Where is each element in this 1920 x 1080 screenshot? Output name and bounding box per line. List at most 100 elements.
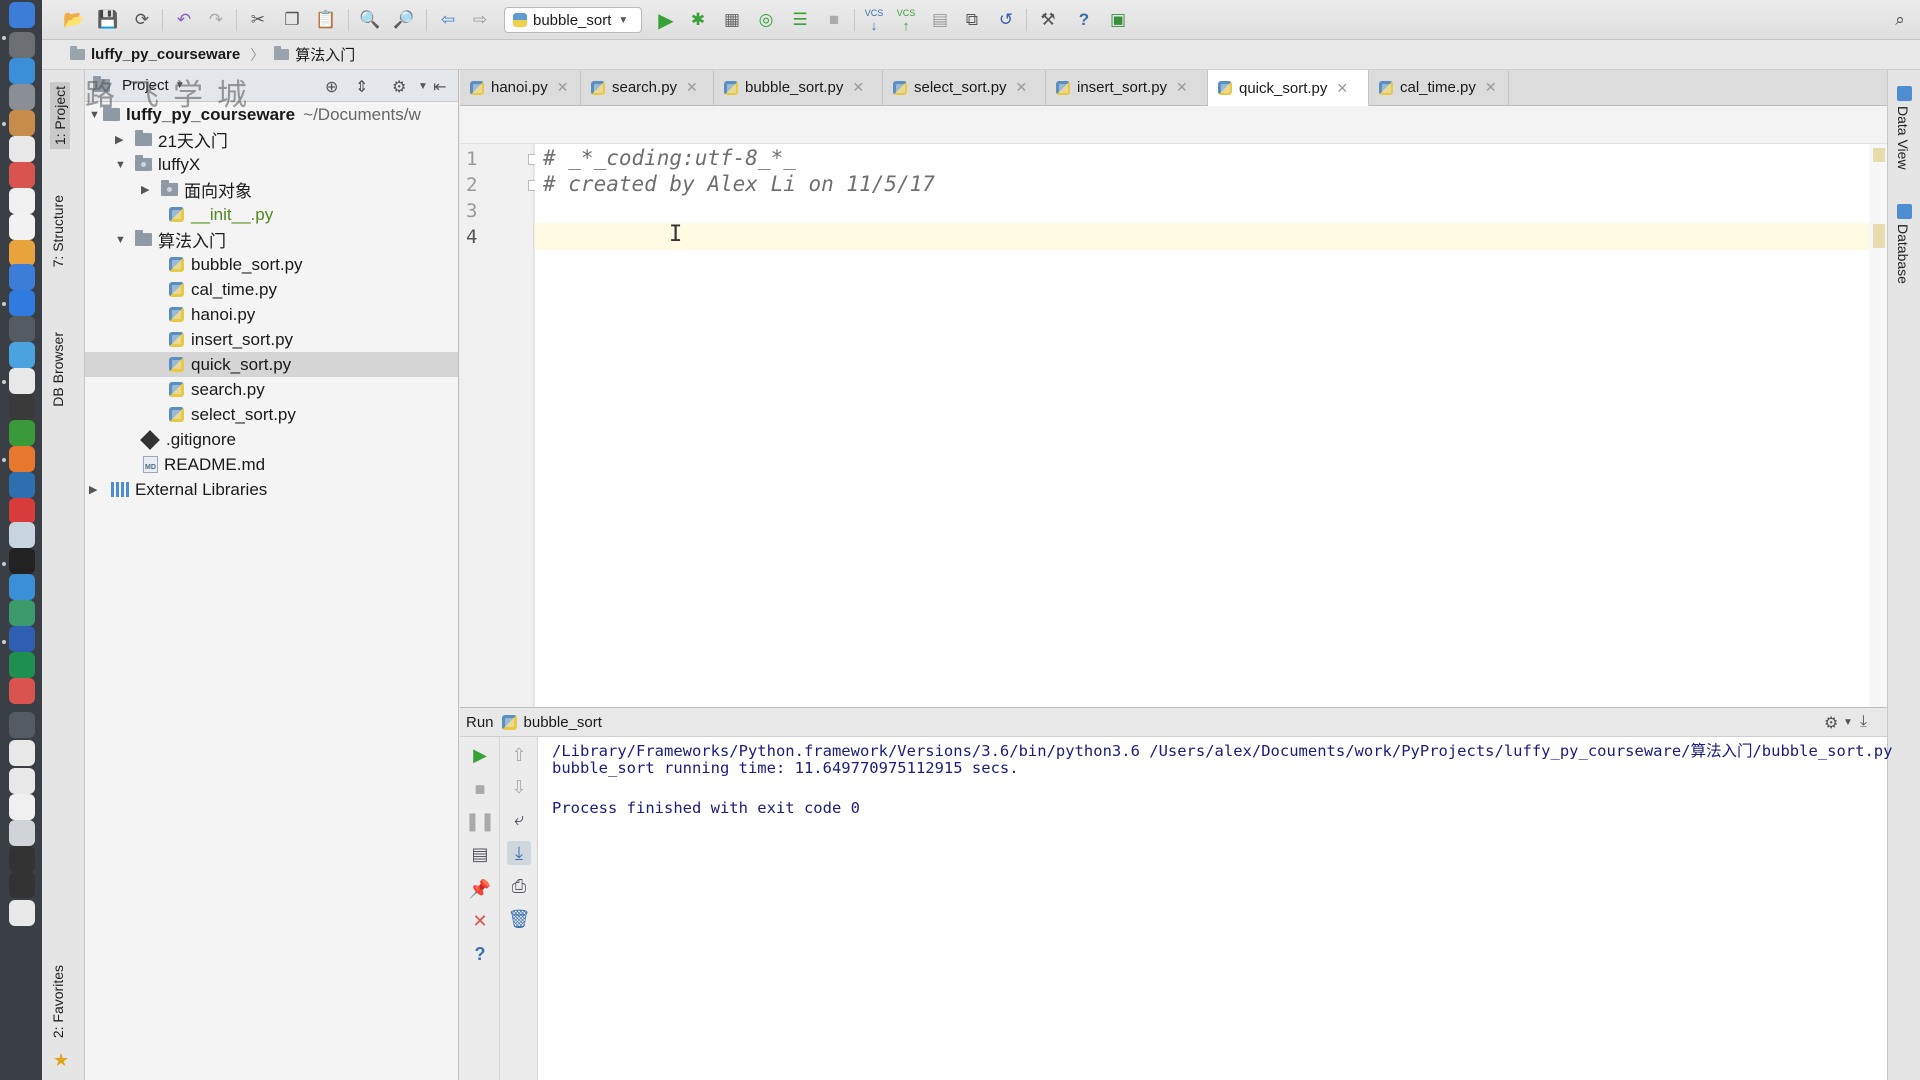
tree-item[interactable]: cal_time.py (169, 277, 277, 302)
dock-app-icon[interactable] (9, 2, 35, 28)
search-everywhere-icon[interactable]: ⌕ (1888, 8, 1912, 32)
tree-item[interactable]: bubble_sort.py (169, 252, 303, 277)
undo-icon[interactable]: ↶ (172, 8, 196, 32)
tree-item[interactable]: ▼ 算法入门 (115, 227, 226, 252)
debug-icon[interactable]: ✱ (686, 8, 710, 32)
tab-cal-time[interactable]: cal_time.py ✕ (1369, 70, 1509, 105)
tool-tab-db-browser[interactable]: DB Browser (50, 332, 66, 407)
tree-item[interactable]: hanoi.py (169, 302, 255, 327)
run-icon[interactable]: ▶ (654, 8, 678, 32)
dock-app-icon[interactable] (9, 768, 35, 794)
dock-app-icon[interactable] (9, 872, 35, 898)
dock-app-icon[interactable] (9, 58, 35, 84)
tab-quick-sort[interactable]: quick_sort.py ✕ (1208, 70, 1369, 106)
open-icon[interactable]: 📂 (62, 8, 86, 32)
dock-app-icon[interactable] (9, 712, 35, 738)
close-icon[interactable]: ✕ (1016, 79, 1028, 96)
dock-app-icon[interactable] (9, 652, 35, 678)
close-icon[interactable]: ✕ (852, 79, 864, 96)
soft-wrap-icon[interactable]: ⤶ (507, 807, 531, 831)
tab-bubble-sort[interactable]: bubble_sort.py ✕ (714, 70, 883, 105)
dock-app-icon[interactable] (9, 498, 35, 524)
dock-app-icon[interactable] (9, 626, 35, 652)
dock-app-icon[interactable] (9, 678, 35, 704)
dock-app-icon[interactable] (9, 136, 35, 162)
warning-marker[interactable] (1873, 148, 1885, 162)
layout-icon[interactable]: ▤ (468, 842, 492, 866)
stop-icon[interactable]: ■ (822, 8, 846, 32)
compare-icon[interactable]: ⧉ (960, 8, 984, 32)
dock-app-icon[interactable] (9, 472, 35, 498)
pause-icon[interactable]: ❚❚ (465, 809, 495, 833)
replace-icon[interactable]: 🔎 (392, 8, 416, 32)
tree-item[interactable]: ▶ 21天入门 (115, 127, 228, 152)
trash-icon[interactable]: 🗑 (507, 907, 531, 931)
help-icon[interactable]: ? (1072, 8, 1096, 32)
dock-app-icon[interactable] (9, 316, 35, 342)
console-output[interactable]: /Library/Frameworks/Python.framework/Ver… (538, 737, 1892, 1080)
rerun-icon[interactable]: ▶ (468, 743, 492, 767)
hide-icon[interactable]: ⇤ (433, 77, 446, 97)
code-line[interactable]: # created by Alex Li on 11/5/17 (543, 172, 935, 196)
tree-item-selected[interactable]: quick_sort.py (85, 352, 458, 377)
close-icon[interactable]: ✕ (468, 909, 492, 933)
close-icon[interactable]: ✕ (1485, 79, 1497, 96)
gear-icon[interactable]: ⚙ (1824, 713, 1838, 733)
cut-icon[interactable]: ✂ (246, 8, 270, 32)
dock-app-icon[interactable] (9, 188, 35, 214)
close-icon[interactable]: ✕ (1336, 80, 1348, 97)
paste-icon[interactable]: 📋 (314, 8, 338, 32)
dock-app-icon[interactable] (9, 446, 35, 472)
tree-item[interactable]: ▶ External Libraries (89, 477, 267, 502)
code-line[interactable]: # _*_coding:utf-8_*_ (543, 146, 796, 170)
dock-app-icon[interactable] (9, 32, 35, 58)
history-icon[interactable]: ▤ (928, 8, 952, 32)
tool-tab-project[interactable]: 1: Project (50, 82, 70, 150)
tree-item[interactable]: .gitignore (140, 427, 236, 452)
settings-icon[interactable]: ⚒ (1036, 8, 1060, 32)
find-icon[interactable]: 🔍 (358, 8, 382, 32)
collapse-icon[interactable]: ⇕ (355, 77, 368, 97)
dock-app-icon[interactable] (9, 342, 35, 368)
breadcrumb-item-root[interactable]: luffy_py_courseware (70, 46, 240, 63)
dock-app-icon[interactable] (9, 420, 35, 446)
dock-app-icon[interactable] (9, 162, 35, 188)
dock-app-icon[interactable] (9, 394, 35, 420)
tool-tab-favorites[interactable]: 2: Favorites (50, 965, 66, 1038)
tree-item[interactable]: select_sort.py (169, 402, 296, 427)
arrow-down-icon[interactable]: ⇩ (507, 775, 531, 799)
dock-app-icon[interactable] (9, 264, 35, 290)
tab-search[interactable]: search.py ✕ (581, 70, 714, 105)
breadcrumb-item-folder[interactable]: 算法入门 (274, 44, 355, 65)
dock-app-icon[interactable] (9, 290, 35, 316)
dock-app-icon[interactable] (9, 548, 35, 574)
tree-item[interactable]: ▶ 面向对象 (141, 177, 252, 202)
forward-icon[interactable]: ⇨ (468, 8, 492, 32)
tool-tab-database[interactable]: Database (1895, 224, 1911, 284)
copy-icon[interactable]: ❐ (280, 8, 304, 32)
tree-item[interactable]: search.py (169, 377, 265, 402)
locate-icon[interactable]: ⊕ (325, 77, 338, 97)
close-icon[interactable]: ✕ (557, 79, 569, 96)
dock-app-icon[interactable] (9, 900, 35, 926)
vcs-commit-icon[interactable]: VCS ↑ (894, 8, 918, 33)
dock-app-icon[interactable] (9, 740, 35, 766)
tab-hanoi[interactable]: hanoi.py ✕ (460, 70, 581, 105)
pin-icon[interactable]: 📌 (468, 877, 492, 901)
back-icon[interactable]: ⇦ (436, 8, 460, 32)
sync-icon[interactable]: ⟳ (130, 8, 154, 32)
dock-app-icon[interactable] (9, 574, 35, 600)
dock-app-icon[interactable] (9, 214, 35, 240)
run-configuration-select[interactable]: bubble_sort ▼ (504, 7, 642, 33)
scroll-to-end-icon[interactable]: ⤓ (507, 841, 531, 865)
chevron-down-icon[interactable]: ▼ (418, 81, 428, 92)
coverage-icon[interactable]: ▦ (720, 8, 744, 32)
tree-root[interactable]: ▼ luffy_py_courseware ~/Documents/w (89, 102, 421, 127)
save-icon[interactable]: 💾 (96, 8, 120, 32)
close-icon[interactable]: ✕ (686, 79, 698, 96)
tree-item[interactable]: ▼ luffyX (115, 152, 200, 177)
dock-app-icon[interactable] (9, 84, 35, 110)
hide-panel-icon[interactable]: ⤓ (1860, 713, 1867, 731)
external-icon[interactable]: ▣ (1106, 8, 1130, 32)
tree-item[interactable]: insert_sort.py (169, 327, 293, 352)
